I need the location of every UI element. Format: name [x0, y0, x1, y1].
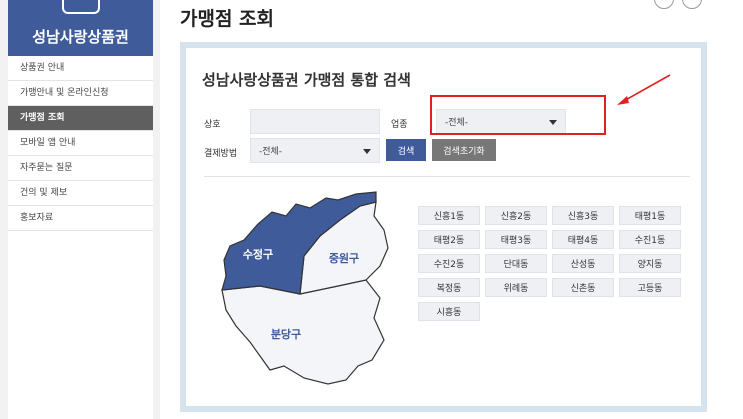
dong-button[interactable]: 산성동 — [552, 254, 614, 273]
payment-select[interactable]: -전체- — [250, 138, 380, 163]
dong-button[interactable]: 태평4동 — [552, 230, 614, 249]
sidebar-item-promo[interactable]: 홍보자료 — [8, 206, 153, 231]
page-title: 가맹점 조회 — [180, 8, 275, 30]
dong-button[interactable]: 신흥1동 — [418, 206, 480, 225]
sidebar-item-merchant-application[interactable]: 가맹안내 및 온라인신청 — [8, 81, 153, 106]
dong-button[interactable]: 태평3동 — [485, 230, 547, 249]
sidebar-menu: 상품권 안내 가맹안내 및 온라인신청 가맹점 조회 모바일 앱 안내 자주묻는… — [8, 56, 153, 231]
search-panel: 성남사랑상품권 가맹점 통합 검색 상호 업종 -전체- 결제방법 -전체- 검… — [180, 42, 707, 412]
payment-select-value: -전체- — [259, 147, 283, 157]
district-bunang[interactable] — [221, 279, 385, 385]
sidebar: 성남사랑상품권 상품권 안내 가맹안내 및 온라인신청 가맹점 조회 모바일 앱… — [8, 0, 153, 419]
search-panel-title: 성남사랑상품권 가맹점 통합 검색 — [202, 71, 411, 89]
dong-button[interactable]: 단대동 — [485, 254, 547, 273]
dong-button[interactable]: 위례동 — [485, 278, 547, 297]
category-select[interactable]: -전체- — [436, 109, 566, 134]
dong-button[interactable]: 양지동 — [619, 254, 681, 273]
chevron-down-icon — [363, 148, 371, 154]
brand-emblem-icon — [62, 0, 100, 14]
reset-button[interactable]: 검색초기화 — [432, 139, 496, 161]
chevron-down-icon — [549, 119, 557, 125]
name-label: 상호 — [204, 120, 221, 130]
sidebar-item-faq[interactable]: 자주묻는 질문 — [8, 156, 153, 181]
name-input[interactable] — [250, 109, 380, 134]
share-icon[interactable] — [654, 0, 674, 9]
dong-button[interactable]: 태평1동 — [619, 206, 681, 225]
sidebar-item-mobile-app[interactable]: 모바일 앱 안내 — [8, 131, 153, 156]
divider — [204, 176, 690, 177]
district-map: 수정구 중원구 분당구 — [221, 191, 389, 385]
dong-button[interactable]: 고등동 — [619, 278, 681, 297]
search-button[interactable]: 검색 — [386, 139, 426, 161]
annotation-arrow-icon — [617, 74, 671, 105]
dong-button[interactable]: 복정동 — [418, 278, 480, 297]
dong-button[interactable]: 신흥2동 — [485, 206, 547, 225]
district-label-jungwon: 중원구 — [329, 251, 359, 265]
brand-title: 성남사랑상품권 — [32, 28, 129, 46]
category-select-value: -전체- — [445, 118, 469, 128]
dong-button[interactable]: 태평2동 — [418, 230, 480, 249]
dong-button[interactable]: 신촌동 — [552, 278, 614, 297]
dong-button[interactable]: 시흥동 — [418, 302, 480, 321]
dong-button-grid: 신흥1동 신흥2동 신흥3동 태평1동 태평2동 태평3동 태평4동 수진1동 … — [418, 206, 681, 321]
payment-label: 결제방법 — [204, 149, 238, 159]
sidebar-item-gift-card-info[interactable]: 상품권 안내 — [8, 56, 153, 81]
dong-button[interactable]: 신흥3동 — [552, 206, 614, 225]
district-label-bundang: 분당구 — [271, 327, 301, 341]
dong-button[interactable]: 수진2동 — [418, 254, 480, 273]
sidebar-item-suggestions[interactable]: 건의 및 제보 — [8, 181, 153, 206]
brand-banner[interactable]: 성남사랑상품권 — [8, 0, 153, 56]
dong-button[interactable]: 수진1동 — [619, 230, 681, 249]
category-label: 업종 — [391, 120, 408, 130]
sidebar-item-merchant-search[interactable]: 가맹점 조회 — [8, 106, 153, 131]
district-label-sujeong: 수정구 — [243, 247, 273, 261]
print-icon[interactable] — [682, 0, 702, 9]
main-content: 가맹점 조회 성남사랑상품권 가맹점 통합 검색 상호 업종 -전체- 결제방법… — [160, 0, 743, 419]
